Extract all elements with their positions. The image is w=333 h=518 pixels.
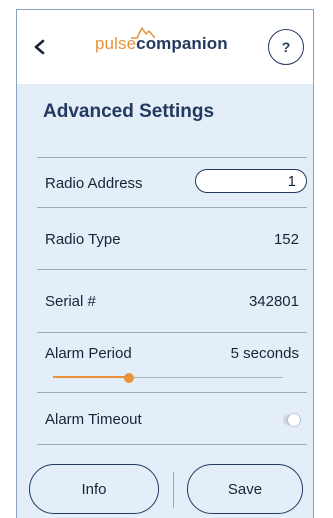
- alarm-timeout-row: Alarm Timeout: [37, 392, 307, 444]
- chevron-left-icon: [34, 39, 45, 55]
- pulse-wave-icon: [131, 27, 155, 39]
- alarm-timeout-toggle[interactable]: [283, 414, 301, 426]
- alarm-period-row: Alarm Period 5 seconds: [37, 332, 307, 392]
- top-bar: pulsecompanion ?: [17, 10, 313, 84]
- alarm-timeout-label: Alarm Timeout: [45, 411, 142, 428]
- logo-text-pulse: pulse: [95, 34, 137, 53]
- radio-address-row: Radio Address: [37, 157, 307, 207]
- info-button[interactable]: Info: [29, 464, 159, 514]
- alarm-period-slider[interactable]: [53, 371, 283, 385]
- radio-type-label: Radio Type: [45, 231, 121, 248]
- radio-address-input[interactable]: [195, 169, 307, 193]
- alarm-period-value: 5 seconds: [230, 345, 299, 362]
- save-button-label: Save: [227, 480, 263, 498]
- row-divider: [37, 444, 307, 445]
- help-button-label: ?: [281, 39, 291, 55]
- app-logo: pulsecompanion: [95, 27, 228, 64]
- button-divider: [173, 472, 174, 508]
- save-button[interactable]: Save: [187, 464, 303, 514]
- back-button[interactable]: [25, 32, 55, 62]
- help-button[interactable]: ?: [268, 29, 304, 65]
- app-screen: pulsecompanion ? Advanced Settings Radio…: [16, 9, 314, 518]
- radio-address-label: Radio Address: [45, 175, 143, 192]
- serial-row: Serial # 342801: [37, 269, 307, 332]
- radio-type-value: 152: [273, 231, 299, 248]
- serial-value: 342801: [248, 293, 299, 310]
- radio-type-row: Radio Type 152: [37, 207, 307, 269]
- info-button-label: Info: [81, 480, 107, 498]
- page-title: Advanced Settings: [43, 101, 215, 122]
- alarm-period-label: Alarm Period: [45, 345, 132, 362]
- toggle-knob: [288, 414, 300, 426]
- slider-fill: [53, 376, 129, 378]
- serial-label: Serial #: [45, 293, 96, 310]
- slider-thumb[interactable]: [123, 373, 134, 383]
